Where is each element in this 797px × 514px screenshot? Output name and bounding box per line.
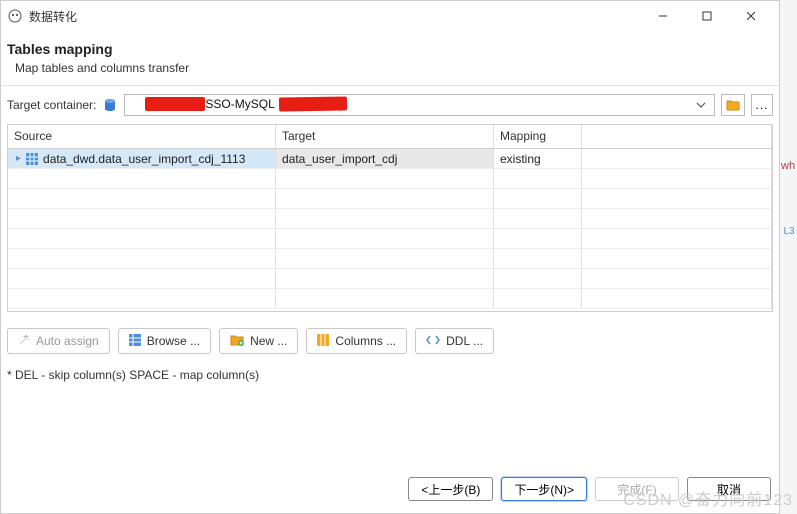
- ddl-label: DDL ...: [446, 334, 483, 348]
- minimize-button[interactable]: [641, 1, 685, 31]
- dialog-header: Tables mapping Map tables and columns tr…: [1, 31, 779, 86]
- source-value: data_dwd.data_user_import_cdj_1113: [43, 152, 245, 166]
- table-row[interactable]: [8, 289, 772, 309]
- ellipsis-icon: ...: [755, 98, 768, 112]
- target-container-label: Target container:: [7, 98, 96, 112]
- col-header-extra[interactable]: [582, 125, 772, 148]
- database-icon: [102, 97, 118, 113]
- table-row[interactable]: [8, 209, 772, 229]
- cell-target[interactable]: data_user_import_cdj: [276, 149, 494, 168]
- table-row[interactable]: [8, 189, 772, 209]
- table-header: Source Target Mapping: [8, 125, 772, 149]
- browse-label: Browse ...: [147, 334, 200, 348]
- browse-folder-button[interactable]: [721, 94, 745, 116]
- maximize-button[interactable]: [685, 1, 729, 31]
- new-label: New ...: [250, 334, 287, 348]
- target-container-field[interactable]: SSO-MySQL: [124, 94, 715, 116]
- expand-arrow-icon[interactable]: ▸: [16, 153, 21, 164]
- cell-extra[interactable]: [582, 149, 772, 168]
- close-button[interactable]: [729, 1, 773, 31]
- new-button[interactable]: New ...: [219, 328, 298, 354]
- background-peek: L3: [781, 226, 797, 237]
- col-header-target[interactable]: Target: [276, 125, 494, 148]
- ddl-button[interactable]: DDL ...: [415, 328, 494, 354]
- target-container-partial-text: SSO-MySQL: [205, 97, 274, 111]
- magic-wand-icon: [18, 334, 30, 349]
- target-value: data_user_import_cdj: [282, 152, 397, 166]
- code-icon: [426, 334, 440, 348]
- next-button[interactable]: 下一步(N)>: [501, 477, 587, 501]
- table-icon: [25, 152, 39, 166]
- mapping-value: existing: [500, 152, 541, 166]
- mapping-table: Source Target Mapping ▸ data_dwd.data_us…: [7, 124, 773, 312]
- columns-icon: [317, 334, 329, 349]
- columns-button[interactable]: Columns ...: [306, 328, 407, 354]
- titlebar: 数据转化: [1, 1, 779, 31]
- target-container-row: Target container: SSO-MySQL ...: [1, 86, 779, 124]
- background-peek: wh: [781, 160, 797, 172]
- table-body: ▸ data_dwd.data_user_import_cdj_1113 dat…: [8, 149, 772, 311]
- back-button[interactable]: <上一步(B): [408, 477, 493, 501]
- chevron-down-icon[interactable]: [692, 100, 710, 110]
- wizard-footer: <上一步(B) 下一步(N)> 完成(F) 取消: [1, 467, 779, 513]
- page-subtitle: Map tables and columns transfer: [7, 61, 773, 75]
- more-options-button[interactable]: ...: [751, 94, 773, 116]
- table-row[interactable]: [8, 249, 772, 269]
- folder-plus-icon: [230, 334, 244, 349]
- dialog-window: 数据转化 Tables mapping Map tables and colum…: [0, 0, 780, 514]
- action-buttons-row: Auto assign Browse ... New ... Columns .…: [1, 312, 779, 362]
- table-row[interactable]: [8, 229, 772, 249]
- browse-button[interactable]: Browse ...: [118, 328, 211, 354]
- table-icon: [129, 334, 141, 349]
- table-row[interactable]: [8, 169, 772, 189]
- finish-button[interactable]: 完成(F): [595, 477, 679, 501]
- columns-label: Columns ...: [335, 334, 396, 348]
- window-title: 数据转化: [29, 8, 77, 25]
- col-header-source[interactable]: Source: [8, 125, 276, 148]
- hint-note: * DEL - skip column(s) SPACE - map colum…: [1, 362, 779, 388]
- auto-assign-button[interactable]: Auto assign: [7, 328, 110, 354]
- col-header-mapping[interactable]: Mapping: [494, 125, 582, 148]
- auto-assign-label: Auto assign: [36, 334, 99, 348]
- cancel-button[interactable]: 取消: [687, 477, 771, 501]
- table-row[interactable]: ▸ data_dwd.data_user_import_cdj_1113 dat…: [8, 149, 772, 169]
- cell-mapping[interactable]: existing: [494, 149, 582, 168]
- app-icon: [7, 8, 23, 24]
- page-title: Tables mapping: [7, 41, 773, 57]
- cell-source[interactable]: ▸ data_dwd.data_user_import_cdj_1113: [8, 149, 276, 168]
- table-row[interactable]: [8, 269, 772, 289]
